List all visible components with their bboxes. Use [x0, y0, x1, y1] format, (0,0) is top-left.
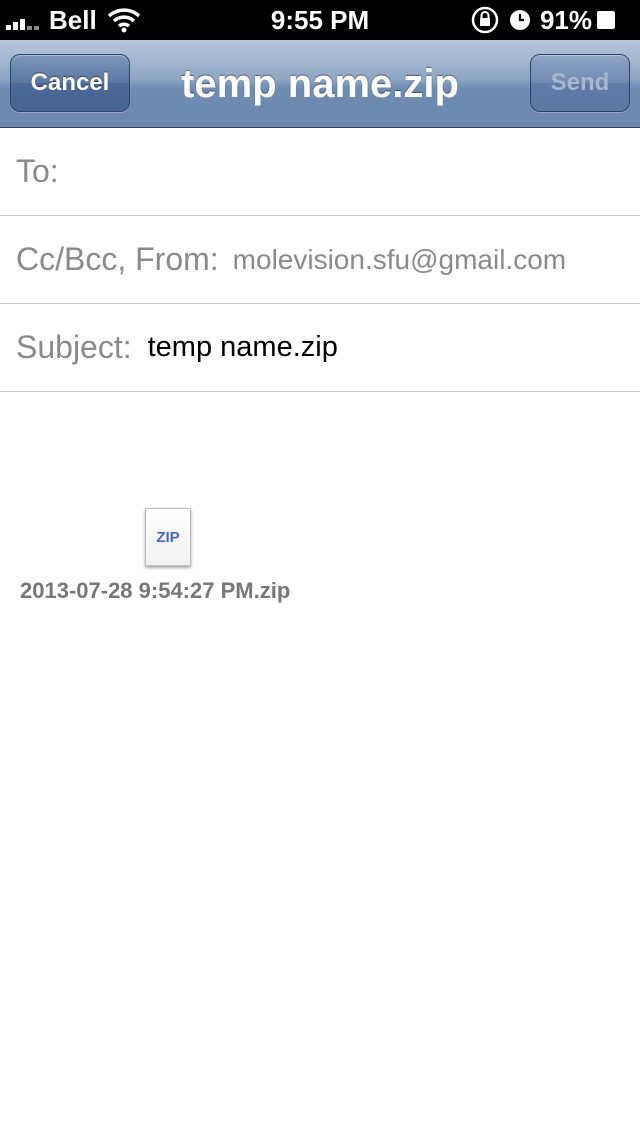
zip-file-icon[interactable]: ZIP: [145, 508, 191, 566]
subject-field[interactable]: Subject: temp name.zip: [0, 304, 640, 392]
subject-value[interactable]: temp name.zip: [148, 331, 338, 364]
rotation-lock-icon: [471, 6, 499, 34]
alarm-clock-icon: [509, 10, 530, 30]
from-address: molevision.sfu@gmail.com: [232, 243, 567, 275]
navigation-bar: Cancel temp name.zip Send: [0, 40, 640, 128]
status-bar: Bell 9:55 PM 91%: [0, 0, 640, 40]
subject-label: Subject:: [16, 329, 132, 365]
cancel-button[interactable]: Cancel: [10, 54, 130, 112]
attachment-file-name: 2013-07-28 9:54:27 PM.zip: [20, 578, 291, 603]
page-title: temp name.zip: [181, 62, 459, 106]
to-label: To:: [16, 153, 59, 189]
status-right: 91%: [470, 0, 628, 40]
cc-bcc-from-field[interactable]: Cc/Bcc, From: molevision.sfu@gmail.com: [0, 216, 640, 304]
send-button[interactable]: Send: [530, 54, 630, 112]
cc-bcc-from-label: Cc/Bcc, From:: [16, 241, 219, 277]
to-field[interactable]: To:: [0, 128, 640, 216]
battery-icon: [597, 11, 615, 29]
battery-percent: 91%: [539, 4, 592, 35]
